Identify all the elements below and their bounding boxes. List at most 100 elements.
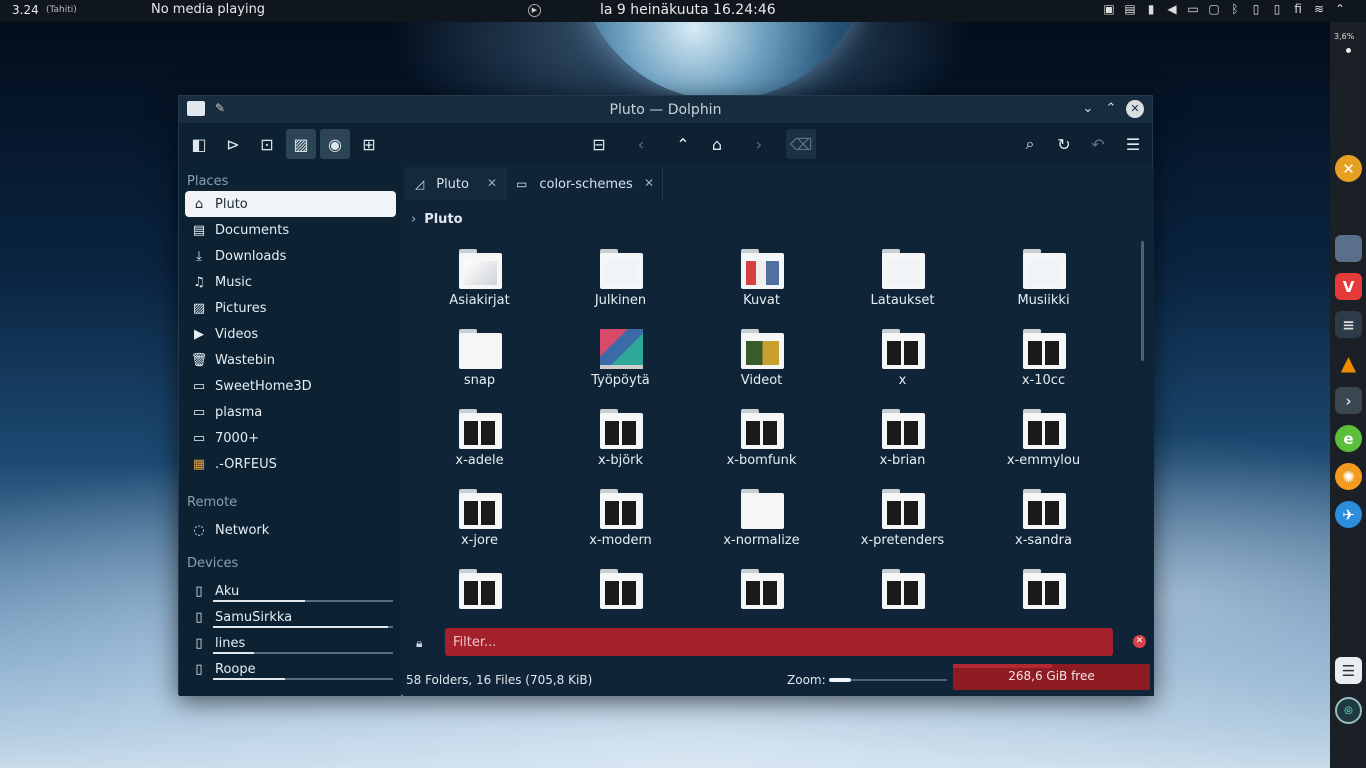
file-item-musiikki[interactable]: Musiikki <box>973 241 1114 321</box>
display-icon[interactable]: ▢ <box>1208 2 1220 16</box>
system-monitor-icon[interactable]: ◎ <box>1335 697 1362 724</box>
bluetooth-icon[interactable]: ᛒ <box>1229 2 1241 16</box>
terminal-toggle-icon[interactable]: ⊳ <box>218 129 248 159</box>
notes-icon[interactable]: ☰ <box>1335 657 1362 684</box>
reload-icon[interactable]: ↻ <box>1049 129 1079 159</box>
tab-pluto[interactable]: ◿ Pluto ✕ <box>405 168 506 200</box>
back-icon[interactable]: ‹ <box>626 129 656 159</box>
close-tab-icon[interactable]: ✕ <box>644 176 654 190</box>
tab-color-schemes[interactable]: ▭ color-schemes ✕ <box>506 168 663 200</box>
close-tab-icon[interactable]: ✕ <box>487 176 497 190</box>
preview-icon[interactable]: ▨ <box>286 129 316 159</box>
orange-app-icon[interactable]: ✺ <box>1335 463 1362 490</box>
file-item-videot[interactable]: Videot <box>691 321 832 401</box>
cpu-monitor[interactable]: 3,6% <box>1334 32 1354 41</box>
new-window-icon[interactable]: ⊡ <box>252 129 282 159</box>
clipboard-icon[interactable]: ▤ <box>1124 2 1136 16</box>
vertical-scrollbar[interactable] <box>1141 241 1144 361</box>
filter-input[interactable] <box>445 628 1113 656</box>
file-item-x-björk[interactable]: x-björk <box>550 401 691 481</box>
keyboard-layout[interactable]: fi <box>1292 2 1304 16</box>
lock-icon[interactable]: 🔒︎ <box>416 636 422 651</box>
file-item-x-pretenders[interactable]: x-pretenders <box>832 481 973 561</box>
place-downloads[interactable]: ⤓ Downloads <box>185 243 396 269</box>
free-space-indicator[interactable]: 268,6 GiB free <box>953 664 1150 690</box>
place-network[interactable]: ◌ Network <box>185 517 396 543</box>
place-7000[interactable]: ▭ 7000+ <box>185 425 396 451</box>
file-item-x-10cc[interactable]: x-10cc <box>973 321 1114 401</box>
blue-app-icon[interactable]: ✈ <box>1335 501 1362 528</box>
hamburger-menu-icon[interactable]: ☰ <box>1118 129 1148 159</box>
file-item-julkinen[interactable]: Julkinen <box>550 241 691 321</box>
file-item-partial-24[interactable] <box>973 561 1114 621</box>
delete-icon[interactable]: ⌫ <box>786 129 816 159</box>
place-label: Pictures <box>215 300 267 316</box>
file-item-x-jore[interactable]: x-jore <box>409 481 550 561</box>
file-item-partial-23[interactable] <box>832 561 973 621</box>
panels-icon[interactable]: ◧ <box>184 129 214 159</box>
search-icon[interactable]: ⌕ <box>1015 129 1045 159</box>
file-item-asiakirjat[interactable]: Asiakirjat <box>409 241 550 321</box>
place-sweethome3d[interactable]: ▭ SweetHome3D <box>185 373 396 399</box>
file-item-x-emmylou[interactable]: x-emmylou <box>973 401 1114 481</box>
vlc-icon[interactable]: ▲ <box>1335 349 1362 376</box>
forward-icon[interactable]: › <box>744 129 774 159</box>
removable-device-icon[interactable]: ▭ <box>1187 2 1199 16</box>
place-pictures[interactable]: ▨ Pictures <box>185 295 396 321</box>
place-documents[interactable]: ▤ Documents <box>185 217 396 243</box>
x-app-icon[interactable]: ✕ <box>1335 155 1362 182</box>
minimize-icon[interactable]: ⌄ <box>1079 100 1097 118</box>
maximize-icon[interactable]: ⌃ <box>1102 100 1120 118</box>
breadcrumb[interactable]: › Pluto <box>411 212 463 227</box>
file-item-x[interactable]: x <box>832 321 973 401</box>
world-clock[interactable]: 3.24 <box>12 3 39 17</box>
file-item-x-normalize[interactable]: x-normalize <box>691 481 832 561</box>
show-hidden-icon[interactable]: ◉ <box>320 129 350 159</box>
file-item-partial-22[interactable] <box>691 561 832 621</box>
place-orfeus[interactable]: ▦ .-ORFEUS <box>185 451 396 477</box>
settings-icon[interactable]: ≡ <box>1335 311 1362 338</box>
file-item-snap[interactable]: snap <box>409 321 550 401</box>
expand-tray-icon[interactable]: ⌃ <box>1334 2 1346 16</box>
file-item-partial-20[interactable] <box>409 561 550 621</box>
file-item-partial-21[interactable] <box>550 561 691 621</box>
place-wastebin[interactable]: 🗑︎ Wastebin <box>185 347 396 373</box>
terminal-icon[interactable]: › <box>1335 387 1362 414</box>
zoom-slider-handle[interactable] <box>829 678 851 682</box>
undo-icon[interactable]: ↶ <box>1083 129 1113 159</box>
file-item-x-modern[interactable]: x-modern <box>550 481 691 561</box>
tab-label: Pluto <box>436 176 469 192</box>
panel-datetime[interactable]: la 9 heinäkuuta 16.24:46 <box>600 2 776 18</box>
media-play-icon[interactable]: ▶ <box>528 4 541 17</box>
folder-app-icon[interactable] <box>187 101 205 116</box>
split-view-icon[interactable]: ⊟ <box>584 129 614 159</box>
file-item-x-sandra[interactable]: x-sandra <box>973 481 1114 561</box>
pin-icon[interactable]: ✎ <box>215 101 225 115</box>
file-manager-icon[interactable] <box>1335 235 1362 262</box>
screenshot-icon[interactable]: ▣ <box>1103 2 1115 16</box>
file-item-x-adele[interactable]: x-adele <box>409 401 550 481</box>
home-icon[interactable]: ⌂ <box>702 129 732 159</box>
new-tab-icon[interactable]: ⊞ <box>354 129 384 159</box>
file-item-lataukset[interactable]: Lataukset <box>832 241 973 321</box>
lock-icon[interactable]: ▯ <box>1250 2 1262 16</box>
vivaldi-icon[interactable]: V <box>1335 273 1362 300</box>
media-status[interactable]: No media playing <box>151 2 265 17</box>
place-music[interactable]: ♫ Music <box>185 269 396 295</box>
place-plasma[interactable]: ▭ plasma <box>185 399 396 425</box>
clear-filter-icon[interactable]: ✕ <box>1133 635 1146 648</box>
up-icon[interactable]: ⌃ <box>668 129 698 159</box>
window-titlebar[interactable]: ✎ Pluto — Dolphin ⌄ ⌃ ✕ <box>179 96 1152 123</box>
close-icon[interactable]: ✕ <box>1126 100 1144 118</box>
place-videos[interactable]: ▶ Videos <box>185 321 396 347</box>
place-pluto[interactable]: ⌂ Pluto <box>185 191 396 217</box>
file-item-x-brian[interactable]: x-brian <box>832 401 973 481</box>
file-item-kuvat[interactable]: Kuvat <box>691 241 832 321</box>
battery-icon[interactable]: ▮ <box>1145 2 1157 16</box>
power-icon[interactable]: ▯ <box>1271 2 1283 16</box>
green-app-icon[interactable]: e <box>1335 425 1362 452</box>
wifi-icon[interactable]: ≋ <box>1313 2 1325 16</box>
file-item-x-bomfunk[interactable]: x-bomfunk <box>691 401 832 481</box>
file-item-työpöytä[interactable]: Työpöytä <box>550 321 691 401</box>
volume-icon[interactable]: ◀ <box>1166 2 1178 16</box>
